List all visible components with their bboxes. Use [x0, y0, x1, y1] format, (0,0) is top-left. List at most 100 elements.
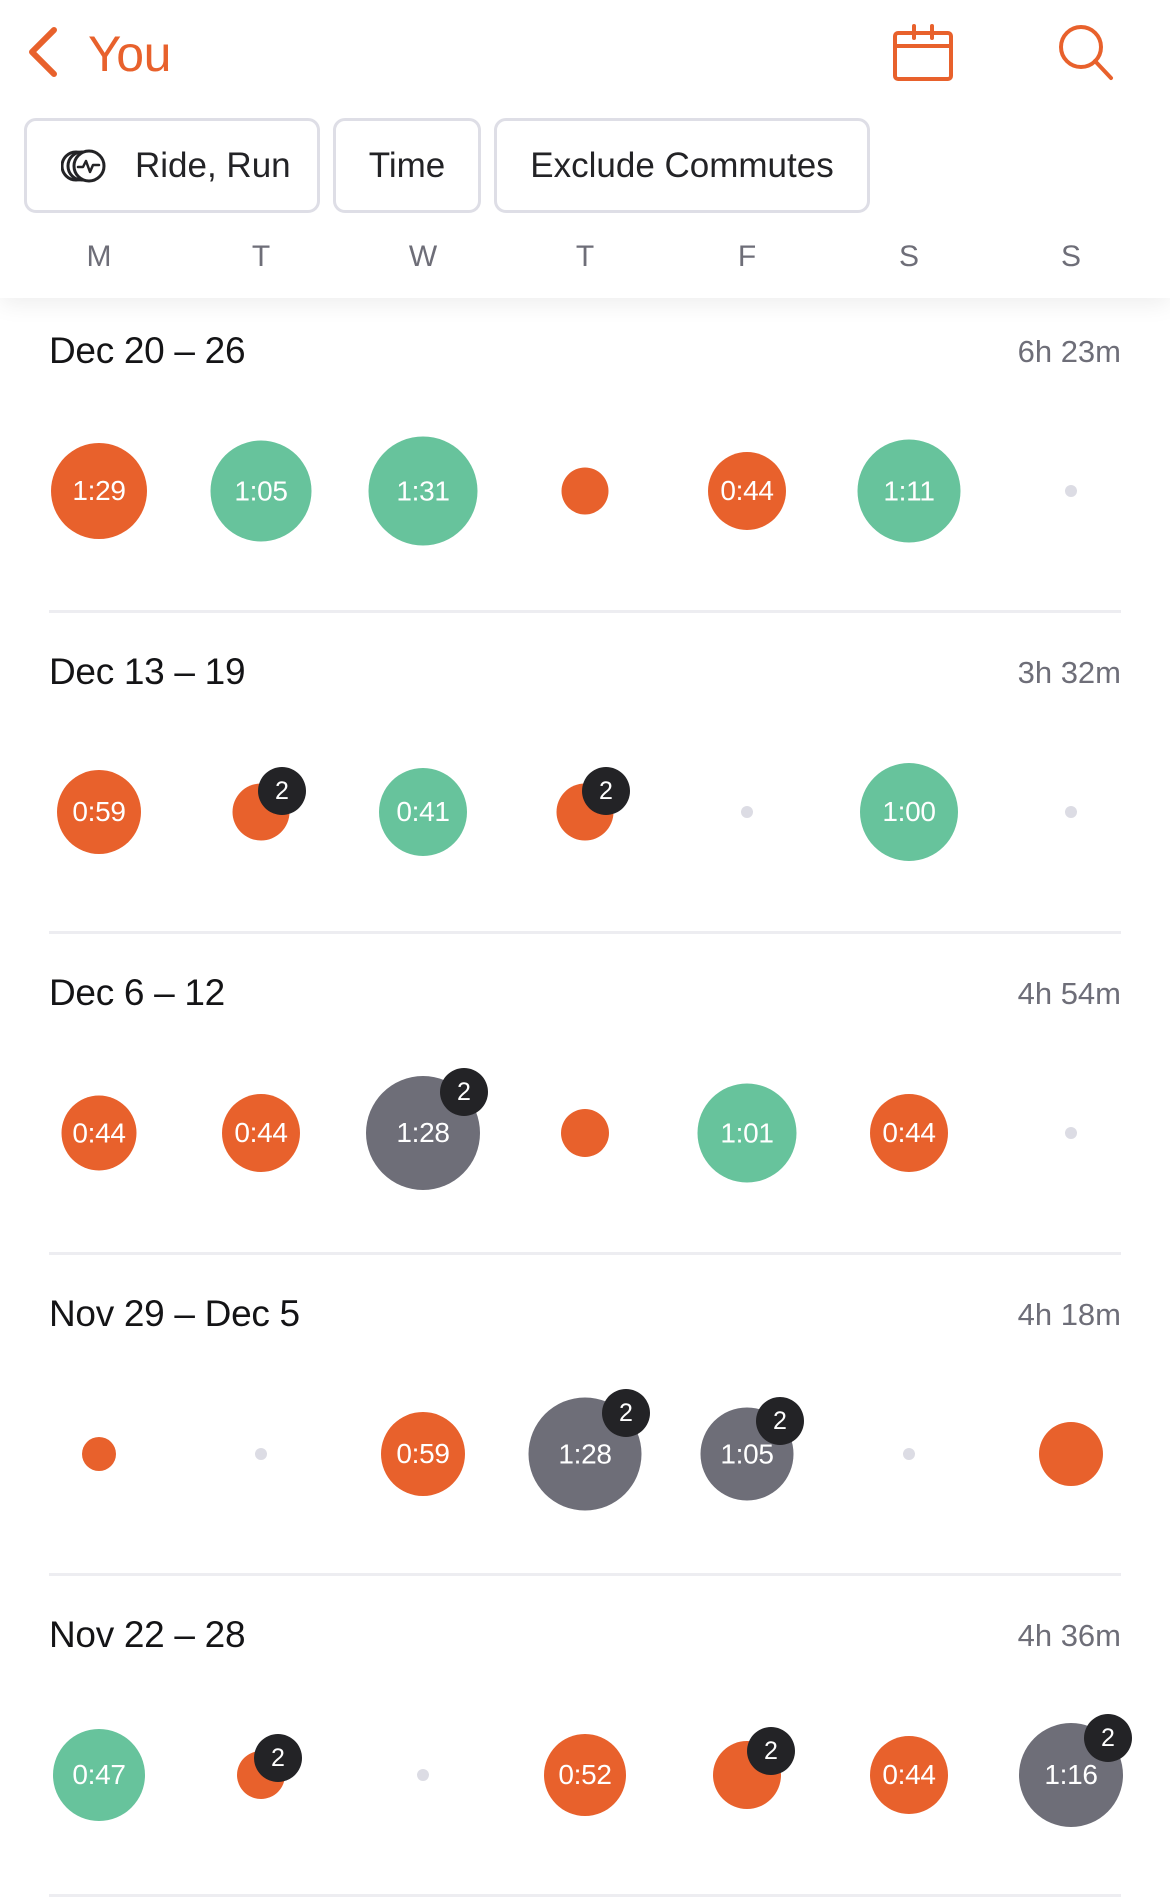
week-divider: [49, 610, 1121, 613]
activity-duration: 0:41: [396, 796, 450, 827]
no-activity-dot: [903, 1448, 915, 1460]
activity-duration: 0:44: [234, 1117, 288, 1148]
activity-bubble-ride[interactable]: 1:31: [368, 436, 478, 546]
filter-bar: Ride, Run Time Exclude Commutes: [24, 118, 870, 213]
activity-count-badge: 2: [254, 1734, 302, 1782]
week-total-time: 3h 32m: [1017, 655, 1121, 690]
activity-bubble-run[interactable]: 1:29: [51, 443, 147, 539]
activity-bubble-run[interactable]: [561, 1109, 609, 1157]
activity-bubble-run[interactable]: 0:44: [61, 1095, 137, 1171]
activity-count-badge: 2: [602, 1389, 650, 1437]
activity-bubble-run[interactable]: 0:59: [381, 1412, 465, 1496]
activity-count-badge: 2: [1084, 1714, 1132, 1762]
activity-bubble-run[interactable]: [82, 1437, 116, 1471]
week-title: Dec 20 – 26: [49, 330, 246, 371]
metric-filter-label: Time: [368, 145, 446, 185]
activity-bubble-ride[interactable]: 0:41: [379, 768, 467, 856]
activity-duration: 1:11: [883, 475, 935, 506]
top-bar: You Ride, Run Time Exclude Commutes M T …: [0, 0, 1170, 298]
week-row: Dec 6 – 12 4h 54m 0:44 0:44 1:28 2 1:01 0:44: [0, 940, 1170, 1261]
activity-duration: 1:05: [234, 475, 288, 506]
weekday-label: S: [1060, 240, 1081, 273]
chevron-left-icon: [24, 24, 64, 85]
week-divider: [49, 1573, 1121, 1576]
search-button[interactable]: [1052, 20, 1122, 90]
activity-bubble-run[interactable]: [1039, 1422, 1103, 1486]
activity-duration: 0:44: [72, 1117, 126, 1148]
week-row: Nov 29 – Dec 5 4h 18m 0:59 1:28 2 1:05 2: [0, 1261, 1170, 1582]
activity-bubble-ride[interactable]: 0:47: [53, 1729, 145, 1821]
weekday-label: M: [86, 240, 112, 273]
sport-filter-button[interactable]: Ride, Run: [24, 118, 320, 213]
weekday-label: W: [408, 240, 438, 273]
activity-bubble-run[interactable]: 0:44: [870, 1094, 948, 1172]
activity-duration: 0:59: [396, 1438, 450, 1469]
weekday-label: T: [251, 240, 271, 273]
week-title: Nov 22 – 28: [49, 1614, 246, 1655]
sport-filter-label: Ride, Run: [135, 145, 291, 185]
weekday-label: F: [737, 240, 757, 273]
activity-duration: 0:59: [72, 796, 126, 827]
activity-bubble-run[interactable]: 0:52: [544, 1734, 626, 1816]
activity-duration: 1:01: [720, 1117, 774, 1148]
activity-count-badge: 2: [258, 767, 306, 815]
no-activity-dot: [1065, 485, 1077, 497]
commute-filter-label: Exclude Commutes: [530, 145, 834, 185]
week-total-time: 4h 18m: [1017, 1297, 1121, 1332]
activity-bubble-run[interactable]: [561, 467, 609, 515]
activity-duration: 0:44: [720, 475, 774, 506]
activity-count-badge: 2: [582, 767, 630, 815]
activity-duration: 0:47: [72, 1759, 126, 1790]
activity-bubble-ride[interactable]: 1:01: [697, 1083, 797, 1183]
week-row: Dec 20 – 26 6h 23m 1:29 1:05 1:31 0:44 1:11: [0, 298, 1170, 619]
activity-count-badge: 2: [747, 1727, 795, 1775]
week-row: Dec 13 – 19 3h 32m 0:59 2 0:41 2 1:00: [0, 619, 1170, 940]
week-divider: [49, 1894, 1121, 1897]
activity-duration: 1:05: [720, 1438, 774, 1469]
commute-filter-button[interactable]: Exclude Commutes: [494, 118, 870, 213]
calendar-button[interactable]: [888, 20, 958, 90]
activity-bubble-run[interactable]: 0:44: [222, 1094, 300, 1172]
activity-count-badge: 2: [756, 1397, 804, 1445]
week-divider: [49, 931, 1121, 934]
multi-sport-icon: [61, 148, 109, 184]
activity-duration: 0:44: [882, 1117, 936, 1148]
activity-duration: 0:52: [558, 1759, 612, 1790]
metric-filter-button[interactable]: Time: [333, 118, 481, 213]
week-title: Nov 29 – Dec 5: [49, 1293, 300, 1334]
activity-duration: 1:28: [396, 1117, 450, 1148]
week-title: Dec 6 – 12: [49, 972, 225, 1013]
weekday-label: T: [575, 240, 595, 273]
no-activity-dot: [1065, 806, 1077, 818]
week-title: Dec 13 – 19: [49, 651, 246, 692]
activity-bubble-ride[interactable]: 1:00: [860, 763, 958, 861]
activity-duration: 1:31: [396, 475, 450, 506]
activity-bubble-run[interactable]: 0:44: [708, 452, 786, 530]
week-total-time: 4h 36m: [1017, 1618, 1121, 1653]
activity-duration: 1:16: [1044, 1759, 1098, 1790]
back-label: You: [88, 26, 171, 82]
weekday-label: S: [898, 240, 919, 273]
week-total-time: 6h 23m: [1017, 334, 1121, 369]
calendar-icon: [892, 23, 954, 87]
no-activity-dot: [417, 1769, 429, 1781]
activity-bubble-run[interactable]: 0:44: [870, 1736, 948, 1814]
week-divider: [49, 1252, 1121, 1255]
activity-duration: 1:28: [558, 1438, 612, 1469]
activity-duration: 1:00: [882, 796, 936, 827]
week-total-time: 4h 54m: [1017, 976, 1121, 1011]
weekday-header: M T W T F S S: [0, 240, 1170, 290]
activity-bubble-run[interactable]: 0:59: [57, 770, 141, 854]
activity-count-badge: 2: [440, 1068, 488, 1116]
no-activity-dot: [255, 1448, 267, 1460]
activity-duration: 1:29: [72, 475, 126, 506]
activity-bubble-ride[interactable]: 1:11: [857, 439, 961, 543]
weekly-activity-feed: Dec 20 – 26 6h 23m 1:29 1:05 1:31 0:44 1:11 Dec…: [0, 298, 1170, 1902]
activity-bubble-ride[interactable]: 1:05: [210, 440, 312, 542]
back-button[interactable]: You: [24, 24, 171, 84]
no-activity-dot: [1065, 1127, 1077, 1139]
week-row: Nov 22 – 28 4h 36m 0:47 2 0:52 2 0:44 1:16 2: [0, 1582, 1170, 1902]
search-icon: [1057, 23, 1117, 88]
no-activity-dot: [741, 806, 753, 818]
activity-duration: 0:44: [882, 1759, 936, 1790]
